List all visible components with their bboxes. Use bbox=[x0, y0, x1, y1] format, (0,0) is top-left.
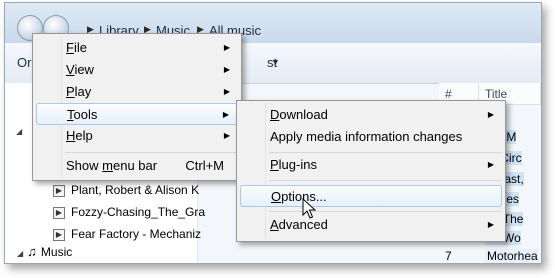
submenu-arrow-icon: ▶ bbox=[222, 110, 229, 119]
menu-label-accel: m bbox=[102, 158, 113, 173]
list-item[interactable]: ▶ Plant, Robert & Alison K bbox=[53, 183, 199, 197]
menu-label-accel: O bbox=[271, 189, 282, 204]
tools-submenu: Download ▶ Apply media information change… bbox=[236, 100, 506, 242]
collapse-arrow-icon: ◢ bbox=[17, 249, 24, 258]
menu-label: iew bbox=[74, 62, 94, 77]
chevron-down-icon[interactable]: ▼ bbox=[271, 57, 280, 67]
menu-label-accel: H bbox=[66, 128, 76, 143]
menu-label: lay bbox=[74, 84, 92, 99]
menu-item-tools[interactable]: Tools ▶ bbox=[36, 103, 238, 125]
menu-item-file[interactable]: File ▶ bbox=[36, 37, 238, 59]
submenu-arrow-icon: ▶ bbox=[487, 160, 494, 169]
menu-label: elp bbox=[75, 128, 93, 143]
play-icon: ▶ bbox=[53, 228, 65, 241]
collapse-arrow-icon[interactable]: ◢ bbox=[16, 127, 22, 136]
menu-label: ownload bbox=[279, 107, 328, 122]
play-icon: ▶ bbox=[53, 206, 65, 219]
list-item-label: Fozzy-Chasing_The_Gra bbox=[71, 205, 206, 219]
list-item[interactable]: ▶ Fear Factory - Mechaniz bbox=[53, 227, 201, 241]
menu-separator bbox=[269, 180, 502, 181]
menu-label: lug-ins bbox=[278, 157, 317, 172]
submenu-arrow-icon: ▶ bbox=[223, 87, 230, 96]
menu-item-show-menu-bar[interactable]: Show menu bar Ctrl+M bbox=[36, 155, 238, 177]
list-item[interactable]: ▶ Fozzy-Chasing_The_Gra bbox=[53, 205, 205, 219]
menu-label-accel: P bbox=[66, 84, 75, 99]
submenu-arrow-icon: ▶ bbox=[223, 131, 230, 140]
submenu-arrow-icon: ▶ bbox=[223, 43, 230, 52]
track-number-cell[interactable]: 7 bbox=[445, 249, 452, 263]
music-note-icon: ♫ bbox=[27, 244, 37, 259]
nav-music-label: Music bbox=[40, 245, 73, 259]
menu-label: enu bar bbox=[112, 158, 158, 173]
menu-label-accel: A bbox=[270, 217, 279, 232]
menu-item-apply-media-info[interactable]: Apply media information changes bbox=[240, 126, 502, 148]
menu-item-download[interactable]: Download ▶ bbox=[240, 104, 502, 126]
menu-separator bbox=[65, 152, 238, 153]
mouse-cursor-icon bbox=[302, 198, 316, 219]
list-item-label: Fear Factory - Mechaniz bbox=[71, 227, 202, 241]
menu-label: ile bbox=[73, 40, 87, 55]
menu-item-view[interactable]: View ▶ bbox=[36, 59, 238, 81]
menu-label: Show bbox=[66, 158, 103, 173]
menu-item-advanced[interactable]: Advanced ▶ bbox=[240, 214, 502, 236]
submenu-arrow-icon: ▶ bbox=[487, 220, 494, 229]
menu-item-options[interactable]: Options... bbox=[240, 185, 502, 207]
title-cell[interactable]: Motorhea bbox=[485, 249, 538, 263]
menu-label-accel: F bbox=[66, 40, 74, 55]
menu-separator bbox=[269, 152, 502, 153]
menu-item-plug-ins[interactable]: Plug-ins ▶ bbox=[240, 154, 502, 176]
submenu-arrow-icon: ▶ bbox=[487, 110, 494, 119]
submenu-arrow-icon: ▶ bbox=[223, 65, 230, 74]
list-item-label: Plant, Robert & Alison K bbox=[71, 183, 200, 197]
play-icon: ▶ bbox=[53, 184, 65, 197]
nav-music-item[interactable]: ◢ ♫ Music bbox=[17, 244, 72, 259]
menu-label-accel: D bbox=[270, 107, 280, 122]
menu-label-accel: P bbox=[270, 157, 279, 172]
menu-label: Apply media information changes bbox=[270, 129, 463, 144]
context-menu: File ▶ View ▶ Play ▶ Tools ▶ Help ▶ Show menu… bbox=[32, 33, 242, 181]
menu-item-play[interactable]: Play ▶ bbox=[36, 81, 238, 103]
organize-button[interactable]: Or bbox=[17, 55, 31, 70]
menu-label: ools bbox=[73, 107, 98, 122]
menu-item-help[interactable]: Help ▶ bbox=[36, 125, 238, 147]
menu-shortcut: Ctrl+M bbox=[185, 158, 224, 173]
